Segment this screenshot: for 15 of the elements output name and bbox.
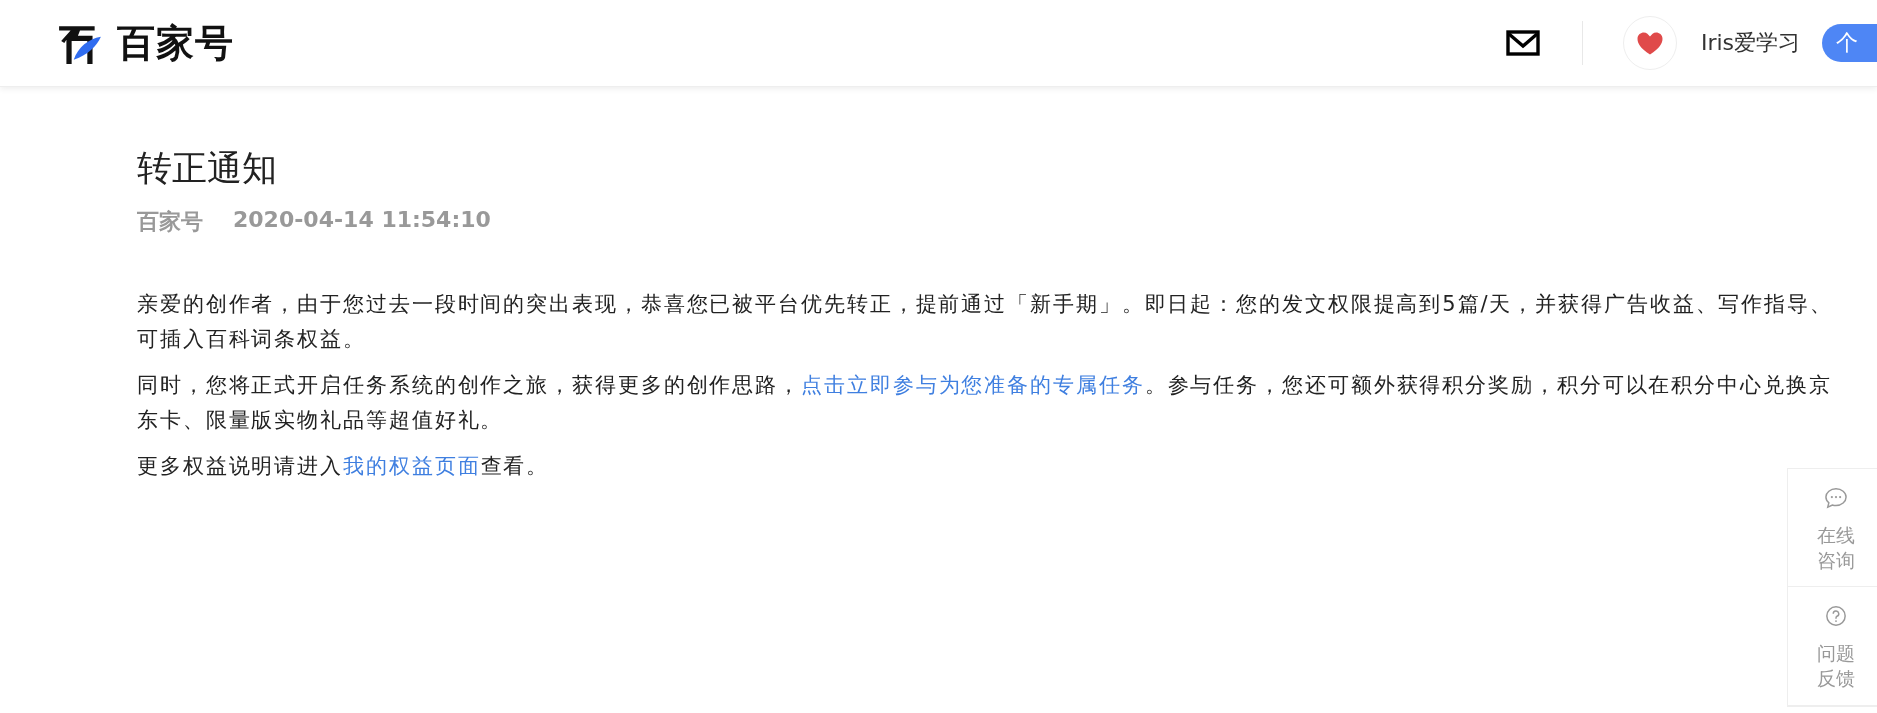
- link[interactable]: 点击立即参与为您准备的专属任务: [801, 373, 1145, 397]
- paragraph: 亲爱的创作者，由于您过去一段时间的突出表现，恭喜您已被平台优先转正，提前通过「新手期」。即日起：您的发文权限提高到5篇/天，并获得广告收益、写作指导、可插入百科词条权益。: [137, 291, 1834, 353]
- article-source: 百家号: [137, 208, 203, 236]
- logo-text[interactable]: 百家号: [117, 17, 234, 69]
- article-title: 转正通知: [137, 147, 278, 190]
- mail-icon[interactable]: [1505, 30, 1540, 56]
- chat-icon[interactable]: [1823, 487, 1848, 509]
- link[interactable]: 我的权益页面: [343, 454, 481, 478]
- paragraph: 同时，您将正式开启任务系统的创作之旅，获得更多的创作思路，点击立即参与为您准备的专属任务。参与任务，您还可额外获得积分奖励，积分可以在积分中心兑换京东卡、限量版实物礼品等超值好礼。: [137, 372, 1833, 434]
- user-name[interactable]: Iris爱学习: [1700, 28, 1800, 58]
- profile-button[interactable]: 个: [1822, 24, 1877, 62]
- article-time: 2020-04-14 11:54:10: [233, 207, 491, 234]
- help-icon[interactable]: [1823, 605, 1848, 628]
- tool-label[interactable]: 在线咨询: [1816, 523, 1855, 573]
- tool-label[interactable]: 问题反馈: [1816, 641, 1855, 691]
